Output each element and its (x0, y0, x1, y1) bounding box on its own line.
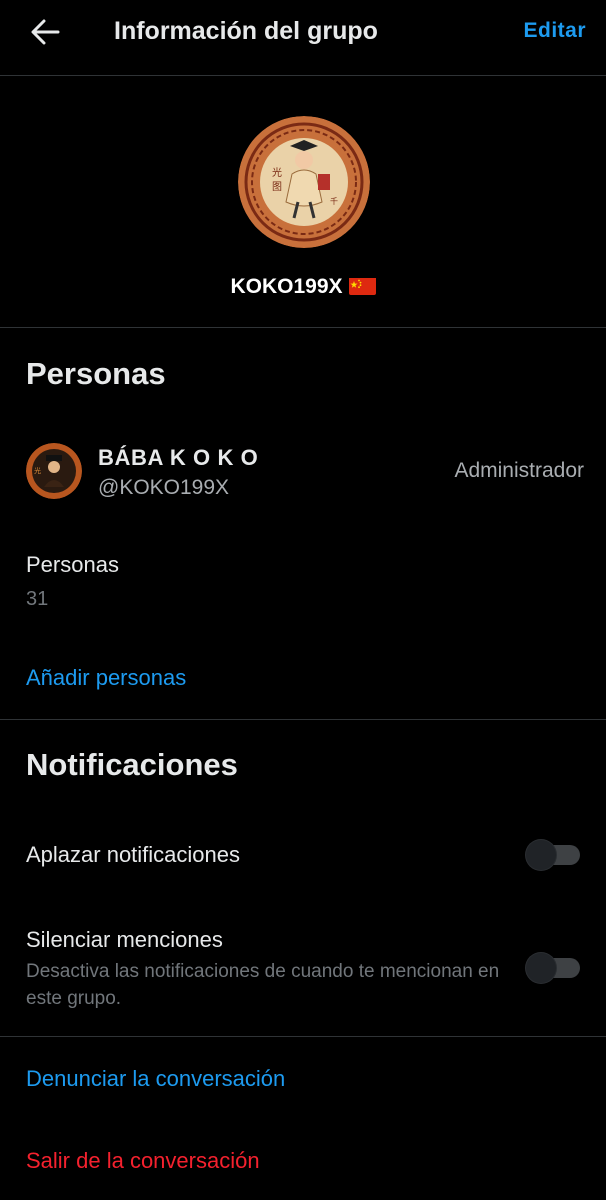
edit-button[interactable]: Editar (523, 14, 586, 48)
svg-text:光: 光 (34, 466, 41, 475)
svg-text:图: 图 (272, 181, 282, 193)
member-list-item[interactable]: 光 BÁBA K O K O @KOKO199X Administrador (0, 436, 606, 508)
avatar: 光 (26, 443, 82, 499)
group-name: KOKO199X (230, 275, 343, 298)
snooze-notifications-toggle[interactable] (526, 840, 580, 870)
snooze-notifications-label: Aplazar notificaciones (26, 842, 241, 867)
notifications-section-title: Notificaciones (26, 747, 238, 782)
member-avatar: 光 (26, 443, 82, 499)
leave-conversation-button[interactable]: Salir de la conversación (26, 1146, 260, 1176)
arrow-left-icon (31, 19, 60, 45)
group-avatar[interactable]: 光 图 千 (238, 116, 370, 248)
member-name: BÁBA K O K O (98, 445, 259, 470)
people-section-title: Personas (26, 356, 166, 391)
mute-mentions-toggle[interactable] (526, 953, 580, 983)
group-name-row: KOKO199X (0, 272, 606, 302)
page-title: Información del grupo (114, 17, 378, 45)
top-app-bar: Información del grupo Editar (0, 0, 606, 76)
member-role-badge: Administrador (454, 459, 584, 482)
mute-mentions-label: Silenciar menciones (26, 927, 223, 952)
group-summary: 光 图 千 KOKO199X (0, 76, 606, 328)
china-flag-icon (348, 276, 376, 295)
report-conversation-button[interactable]: Denunciar la conversación (26, 1064, 285, 1094)
section-divider (0, 719, 606, 720)
mute-mentions-description: Desactiva las notificaciones de cuando t… (26, 961, 500, 1009)
toggle-knob (526, 953, 556, 983)
svg-text:光: 光 (272, 166, 282, 179)
toggle-knob (526, 840, 556, 870)
group-avatar-emblem: 光 图 千 (238, 116, 370, 248)
add-people-button[interactable]: Añadir personas (26, 663, 186, 693)
people-count-value: 31 (26, 588, 49, 610)
section-divider (0, 1036, 606, 1037)
member-handle: @KOKO199X (98, 476, 230, 499)
svg-text:千: 千 (330, 196, 338, 206)
back-button[interactable] (18, 10, 72, 54)
people-count-label: Personas (26, 552, 119, 577)
